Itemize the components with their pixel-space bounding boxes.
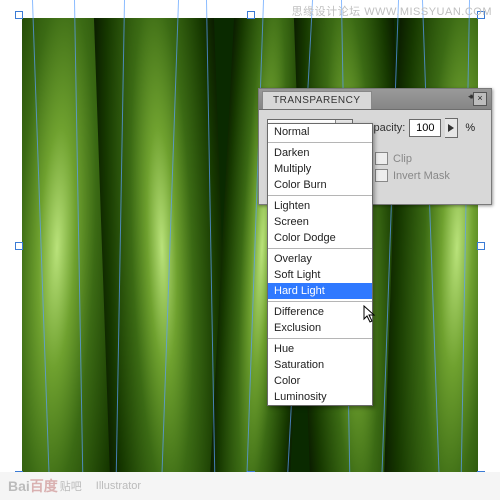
blend-multiply[interactable]: Multiply <box>268 161 372 177</box>
blend-screen[interactable]: Screen <box>268 214 372 230</box>
blend-normal[interactable]: Normal <box>268 124 372 140</box>
stripe <box>383 18 478 472</box>
watermark-top: 思缘设计论坛 WWW.MISSYUAN.COM <box>292 3 492 19</box>
blend-overlay[interactable]: Overlay <box>268 251 372 267</box>
blend-mode-dropdown[interactable]: Normal Darken Multiply Color Burn Lighte… <box>267 123 373 406</box>
checkbox-icon <box>375 152 388 165</box>
blend-softlight[interactable]: Soft Light <box>268 267 372 283</box>
clip-checkbox[interactable]: Clip <box>375 152 450 165</box>
panel-tab-bar[interactable]: TRANSPARENCY ◂▸ × <box>259 89 491 110</box>
separator <box>268 338 372 339</box>
blend-colorburn[interactable]: Color Burn <box>268 177 372 193</box>
baidu-tieba-label: 贴吧 <box>60 478 82 494</box>
separator <box>268 301 372 302</box>
checkbox-icon <box>375 169 388 182</box>
transparency-panel[interactable]: TRANSPARENCY ◂▸ × Normal Opacity: % Clip… <box>258 88 492 205</box>
separator <box>268 248 372 249</box>
blend-hardlight[interactable]: Hard Light <box>268 283 372 299</box>
blend-exclusion[interactable]: Exclusion <box>268 320 372 336</box>
blend-darken[interactable]: Darken <box>268 145 372 161</box>
handle-right-mid[interactable] <box>477 242 485 250</box>
blend-lighten[interactable]: Lighten <box>268 198 372 214</box>
app-name-label: Illustrator <box>96 480 141 492</box>
separator <box>268 195 372 196</box>
blend-luminosity[interactable]: Luminosity <box>268 389 372 405</box>
footer-bar: Bai百度 贴吧 Illustrator <box>0 472 500 500</box>
clip-label: Clip <box>393 153 412 165</box>
blend-hue[interactable]: Hue <box>268 341 372 357</box>
percent-label: % <box>465 122 475 134</box>
blend-difference[interactable]: Difference <box>268 304 372 320</box>
blend-colordodge[interactable]: Color Dodge <box>268 230 372 246</box>
panel-close-icon[interactable]: × <box>473 92 487 106</box>
mouse-cursor-icon <box>363 305 377 326</box>
separator <box>268 142 372 143</box>
opacity-stepper-icon[interactable] <box>445 118 458 138</box>
blend-color[interactable]: Color <box>268 373 372 389</box>
stripe <box>93 18 231 472</box>
panel-title[interactable]: TRANSPARENCY <box>262 91 372 109</box>
invert-mask-label: Invert Mask <box>393 170 450 182</box>
invert-mask-checkbox[interactable]: Invert Mask <box>375 169 450 182</box>
blend-saturation[interactable]: Saturation <box>268 357 372 373</box>
opacity-input[interactable] <box>409 119 441 137</box>
artwork-canvas[interactable] <box>22 18 478 472</box>
baidu-logo: Bai百度 <box>8 476 58 496</box>
